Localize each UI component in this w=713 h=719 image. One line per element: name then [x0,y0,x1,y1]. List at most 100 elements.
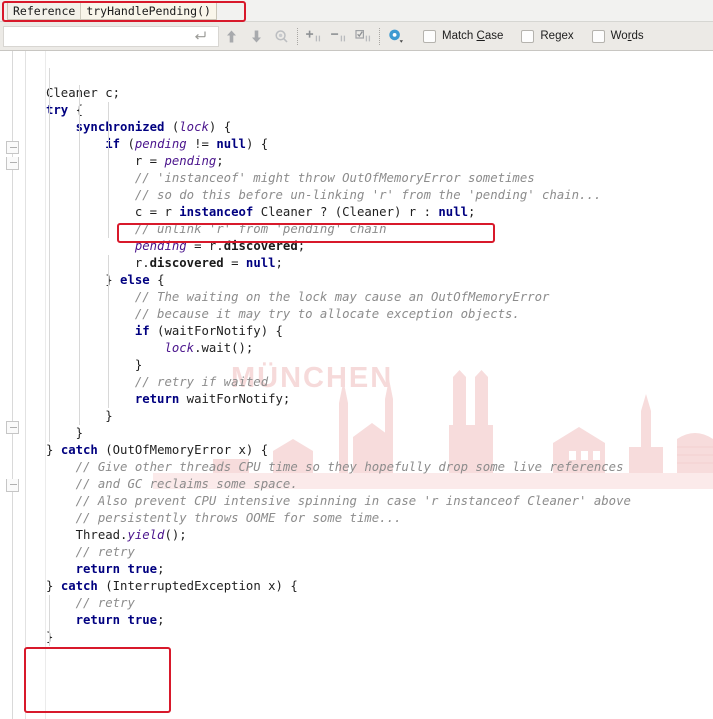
code-token: discovered [223,239,298,253]
fold-marker-start-1[interactable] [6,141,19,154]
search-input[interactable] [4,26,189,46]
code-token: } [46,443,61,457]
code-token: return [134,392,180,406]
code-token: != [186,137,217,151]
match-case-option[interactable]: Match Case [423,29,504,43]
breadcrumb-item-class[interactable]: Reference [8,2,82,19]
code-line: } [46,357,713,374]
code-token: = [223,256,246,270]
code-token: (); [164,528,187,542]
code-token: // and GC reclaims some space. [75,477,298,491]
fold-gutter[interactable] [0,51,26,719]
indent-guide-2 [108,102,109,238]
code-line: } else { [46,272,713,289]
code-editor[interactable]: MÜNCHEN Cleaner c; try { synchronized (lo… [0,51,713,719]
words-option[interactable]: Words [591,29,644,43]
code-token: (waitForNotify) { [149,324,283,338]
words-checkbox[interactable] [591,29,605,43]
breadcrumb-item-method[interactable]: tryHandlePending() [81,2,216,19]
words-label: Words [610,30,644,42]
code-token: .wait(); [194,341,254,355]
search-field-wrap[interactable] [3,25,219,47]
code-line: if (waitForNotify) { [46,323,713,340]
find-in-selection-icon[interactable] [269,24,294,48]
code-token: // persistently throws OOME for some tim… [75,511,402,525]
code-line: // persistently throws OOME for some tim… [46,510,713,527]
code-token: // because it may try to allocate except… [134,307,520,321]
match-case-checkbox[interactable] [423,29,436,43]
code-token: ; [468,205,476,219]
code-line: r.discovered = null; [46,255,713,272]
code-token: // 'instanceof' might throw OutOfMemoryE… [134,171,535,185]
code-line: // 'instanceof' might throw OutOfMemoryE… [46,170,713,187]
enter-icon[interactable] [189,27,211,46]
code-token: // Give other threads CPU time so they h… [75,460,624,474]
code-token: ; [216,154,224,168]
fold-marker-end-2[interactable] [6,479,19,492]
code-token: pending [164,154,217,168]
fold-marker-start-2[interactable] [6,421,19,434]
remove-occurrence-icon[interactable] [326,24,351,48]
find-toolbar: Match Case Regex Words [0,22,713,51]
code-token: = r. [186,239,224,253]
code-line: } catch (OutOfMemoryError x) { [46,442,713,459]
code-token: return [75,562,121,576]
code-token: // unlink 'r' from 'pending' chain [134,222,387,236]
code-line: pending = r.discovered; [46,238,713,255]
code-line: // retry [46,595,713,612]
code-token: // so do this before un-linking 'r' from… [134,188,602,202]
code-token: { [68,103,84,117]
code-token: r. [46,256,150,270]
indent-guide-4 [49,595,50,646]
next-occurrence-icon[interactable] [244,24,269,48]
code-token: pending [134,239,187,253]
code-token: // The waiting on the lock may cause an … [134,290,550,304]
code-line: } [46,425,713,442]
code-token: lock [164,341,195,355]
code-line: return true; [46,612,713,629]
indent-guide-3 [108,255,109,408]
code-token: return [75,613,121,627]
code-token: { [149,273,165,287]
code-line: // Also prevent CPU intensive spinning i… [46,493,713,510]
code-token: ; [157,562,165,576]
code-line: // and GC reclaims some space. [46,476,713,493]
regex-checkbox[interactable] [521,29,535,43]
match-case-label: Match Case [442,30,504,42]
code-line: // retry [46,544,713,561]
code-content[interactable]: Cleaner c; try { synchronized (lock) { if… [46,51,713,719]
previous-occurrence-icon[interactable] [219,24,244,48]
reference-class-editor-window: Reference tryHandlePending() Match Case … [0,0,713,719]
code-token: // Also prevent CPU intensive spinning i… [75,494,631,508]
code-token: ) { [208,120,232,134]
code-token: // retry if waited [134,375,269,389]
regex-option[interactable]: Regex [521,29,574,43]
code-line: synchronized (lock) { [46,119,713,136]
code-token: ; [275,256,283,270]
code-token: discovered [149,256,224,270]
code-line: try { [46,102,713,119]
code-token: ) { [245,137,269,151]
add-occurrence-icon[interactable] [301,24,326,48]
fold-marker-end-1[interactable] [6,157,19,170]
breadcrumb: Reference tryHandlePending() [7,1,217,20]
code-token: Cleaner c; [46,86,121,100]
code-token: ( [120,137,135,151]
select-all-occurrences-icon[interactable] [351,24,376,48]
settings-gear-icon[interactable] [383,24,408,48]
code-token: } [46,426,84,440]
